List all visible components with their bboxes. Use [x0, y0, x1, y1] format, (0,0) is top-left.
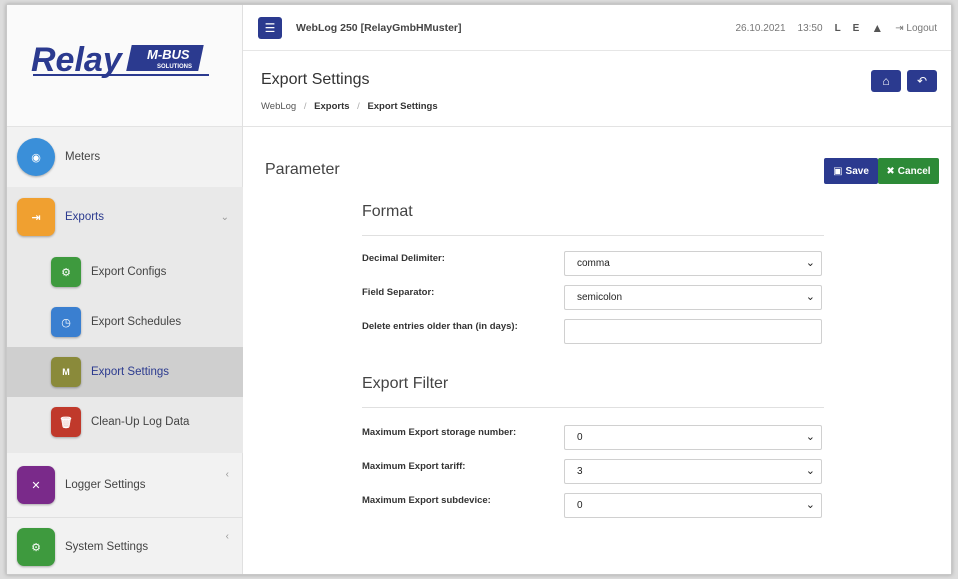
home-button[interactable]: ⌂ — [871, 70, 901, 92]
sidebar-item-export-settings[interactable]: M Export Settings — [51, 355, 243, 389]
save-label: Save — [845, 165, 869, 177]
logout-link[interactable]: ⇥ Logout — [895, 23, 937, 34]
chevron-down-icon: ⌄ — [805, 465, 815, 477]
logout-icon: ⇥ — [895, 22, 904, 34]
relay-logo: Relay M-BUS SOLUTIONS — [31, 41, 209, 79]
max-storage-label: Maximum Export storage number: — [362, 427, 517, 438]
chevron-left-icon: ‹ — [225, 469, 229, 480]
sidebar-item-cleanup[interactable]: 🗑 Clean-Up Log Data — [51, 405, 243, 439]
tools-icon: ✕ — [17, 466, 55, 504]
divider — [362, 407, 824, 408]
sidebar-item-system-settings[interactable]: ⚙ System Settings ‹ — [7, 527, 243, 567]
sidebar-item-exports[interactable]: ⇥ Exports ⌄ — [7, 197, 243, 237]
home-icon: ⌂ — [882, 74, 890, 88]
status-area: 26.10.2021 13:50 L E ▲ ⇥ Logout — [735, 5, 937, 51]
select-value: comma — [577, 258, 610, 269]
sidebar-item-label: Exports — [65, 211, 104, 223]
sidebar-item-logger-settings[interactable]: ✕ Logger Settings ‹ — [7, 465, 243, 505]
chevron-left-icon: ‹ — [225, 531, 229, 542]
max-tariff-select[interactable]: 3 ⌄ — [564, 459, 822, 484]
select-value: 3 — [577, 466, 583, 477]
page-title: Export Settings — [261, 71, 370, 88]
breadcrumb-weblog[interactable]: WebLog — [261, 101, 296, 112]
delete-entries-input[interactable] — [564, 319, 822, 344]
undo-icon: ↶ — [916, 74, 928, 88]
logo-area: Relay M-BUS SOLUTIONS — [7, 5, 242, 127]
breadcrumb: WebLog / Exports / Export Settings — [261, 101, 438, 112]
app-window: Relay M-BUS SOLUTIONS ◉ Meters ⇥ Exports… — [6, 4, 952, 575]
chevron-down-icon: ⌄ — [805, 257, 815, 269]
app-title: WebLog 250 [RelayGmbHMuster] — [296, 21, 462, 34]
breadcrumb-exports[interactable]: Exports — [314, 101, 349, 112]
sidebar-item-label: Export Settings — [91, 366, 169, 378]
sidebar-item-label: Meters — [65, 151, 101, 163]
status-flag-l: L — [834, 22, 841, 34]
sidebar-item-label: Logger Settings — [65, 479, 146, 491]
sidebar-item-label: Clean-Up Log Data — [91, 416, 190, 428]
menu-toggle-button[interactable]: ☰ — [258, 16, 282, 39]
date-display: 26.10.2021 — [735, 22, 786, 34]
gears-icon: ⚙ — [17, 528, 55, 566]
mbus-export-icon: M — [51, 357, 81, 387]
export-icon: ⇥ — [17, 198, 55, 236]
back-button[interactable]: ↶ — [907, 70, 937, 92]
warning-icon[interactable]: ▲ — [871, 21, 883, 35]
cleanup-icon: 🗑 — [51, 407, 81, 437]
cancel-label: Cancel — [897, 165, 931, 177]
sidebar-item-label: Export Schedules — [91, 316, 182, 328]
cancel-button[interactable]: ✖ Cancel — [878, 158, 939, 184]
select-value: 0 — [577, 500, 583, 511]
breadcrumb-separator: / — [357, 101, 360, 112]
chevron-down-icon: ⌄ — [805, 291, 815, 303]
main-content: Parameter ▣ Save ✖ Cancel Format Decimal… — [243, 127, 951, 574]
max-subdevice-select[interactable]: 0 ⌄ — [564, 493, 822, 518]
export-filter-section-title: Export Filter — [362, 375, 449, 392]
decimal-delimiter-label: Decimal Delimiter: — [362, 253, 445, 264]
meter-icon: ◉ — [17, 138, 55, 176]
export-config-icon: ⚙ — [51, 257, 81, 287]
format-section-title: Format — [362, 203, 413, 220]
sidebar: Relay M-BUS SOLUTIONS ◉ Meters ⇥ Exports… — [7, 5, 243, 574]
hamburger-icon: ☰ — [264, 20, 276, 35]
breadcrumb-current: Export Settings — [367, 101, 438, 112]
save-button[interactable]: ▣ Save — [824, 158, 878, 184]
delete-entries-label: Delete entries older than (in days): — [362, 321, 518, 332]
field-separator-label: Field Separator: — [362, 287, 435, 298]
export-schedule-icon: ◷ — [51, 307, 81, 337]
close-icon: ✖ — [886, 165, 895, 177]
chevron-down-icon: ⌄ — [220, 211, 229, 223]
page-header: Export Settings WebLog / Exports / Expor… — [243, 51, 951, 127]
select-value: 0 — [577, 432, 583, 443]
breadcrumb-separator: / — [303, 101, 307, 112]
sidebar-item-label: System Settings — [65, 541, 149, 553]
divider — [7, 517, 243, 518]
logout-label: Logout — [906, 22, 937, 34]
chevron-down-icon: ⌄ — [805, 499, 815, 511]
status-flag-e: E — [852, 22, 860, 34]
top-bar: ☰ WebLog 250 [RelayGmbHMuster] 26.10.202… — [243, 5, 951, 51]
chevron-down-icon: ⌄ — [805, 431, 815, 443]
sidebar-item-export-configs[interactable]: ⚙ Export Configs — [51, 255, 243, 289]
parameter-title: Parameter — [265, 161, 340, 178]
select-value: semicolon — [577, 292, 623, 303]
divider — [362, 235, 824, 236]
sidebar-item-meters[interactable]: ◉ Meters — [7, 137, 243, 177]
time-display: 13:50 — [797, 22, 823, 34]
max-storage-select[interactable]: 0 ⌄ — [564, 425, 822, 450]
field-separator-select[interactable]: semicolon ⌄ — [564, 285, 822, 310]
svg-text:Relay: Relay — [31, 41, 124, 79]
decimal-delimiter-select[interactable]: comma ⌄ — [564, 251, 822, 276]
svg-text:SOLUTIONS: SOLUTIONS — [157, 64, 192, 70]
max-subdevice-label: Maximum Export subdevice: — [362, 495, 491, 506]
max-tariff-label: Maximum Export tariff: — [362, 461, 466, 472]
sidebar-item-export-schedules[interactable]: ◷ Export Schedules — [51, 305, 243, 339]
sidebar-item-label: Export Configs — [91, 266, 167, 278]
floppy-icon: ▣ — [833, 165, 843, 177]
svg-text:M-BUS: M-BUS — [147, 47, 190, 62]
